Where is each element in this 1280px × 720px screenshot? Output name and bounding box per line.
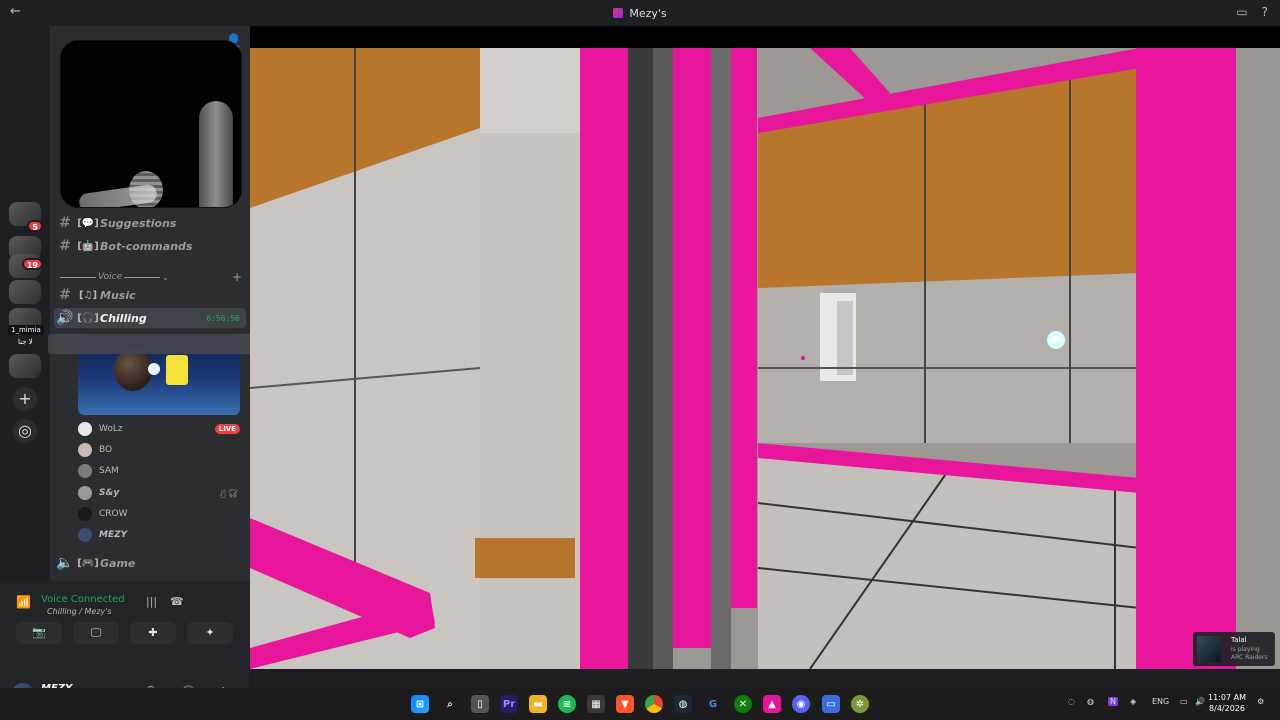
- mention-badge: 19: [21, 258, 43, 270]
- voice-user-crow[interactable]: CROW: [78, 505, 244, 523]
- voice-user-wolz[interactable]: WoLz LIVE: [78, 420, 244, 438]
- chrome-icon[interactable]: [645, 695, 663, 713]
- clock[interactable]: 11:07 AM 8/4/2026: [1208, 692, 1246, 714]
- app-icon[interactable]: ▲: [763, 695, 781, 713]
- game-scene: [250, 48, 1280, 669]
- avatar: [78, 507, 92, 521]
- channel-bot-commands[interactable]: # [🤖] Bot-commands: [54, 236, 246, 256]
- file-explorer-icon[interactable]: ▬: [529, 695, 547, 713]
- webcam-popout[interactable]: [60, 40, 242, 208]
- notification-icon[interactable]: ⚙: [1257, 697, 1264, 706]
- mention-badge: 5: [27, 220, 43, 232]
- store-icon[interactable]: ▦: [587, 695, 605, 713]
- game-app-icon[interactable]: ✲: [851, 695, 869, 713]
- server-icon-4[interactable]: [9, 280, 41, 304]
- premiere-icon[interactable]: Pr: [500, 695, 518, 713]
- voice-status-area: [50, 581, 250, 688]
- divider: [124, 276, 161, 278]
- text-channel-icon: #: [59, 215, 71, 231]
- tray-icon[interactable]: ◌: [1068, 697, 1075, 706]
- xbox-icon[interactable]: ✕: [734, 695, 752, 713]
- onenote-tray-icon[interactable]: N: [1108, 697, 1118, 706]
- speaker-icon: 🔊: [56, 310, 74, 326]
- discord-icon[interactable]: ◉: [792, 695, 810, 713]
- toast-activity: is playing: [1231, 646, 1260, 653]
- language-indicator[interactable]: ENG: [1152, 697, 1169, 706]
- network-icon[interactable]: ▭: [1180, 697, 1188, 706]
- remote-desktop-icon[interactable]: ▭: [822, 695, 840, 713]
- divider: [60, 276, 96, 278]
- add-server-icon[interactable]: +: [13, 387, 37, 411]
- speech-bubble-icon: [💬]: [77, 217, 99, 229]
- windows-taskbar: ⊞ ⌕ ▯ Pr ▬ ≋ ▦ ▼ ◍ G ✕ ▲ ◉ ▭ ✲ ◌ ◍ N ◈ E…: [0, 688, 1280, 720]
- window-title-text: Mezy's: [629, 6, 667, 20]
- voice-user-mezy[interactable]: MEZY: [78, 526, 244, 544]
- volume-icon[interactable]: 🔊: [1195, 697, 1205, 706]
- help-icon[interactable]: ?: [1262, 5, 1268, 19]
- channel-sidebar: 👤 # [💬] Suggestions # [🤖] Bot-commands V…: [50, 26, 250, 581]
- avatar: [78, 443, 92, 457]
- steam-icon[interactable]: ◍: [674, 695, 692, 713]
- user-tooltip-2: لا جنا: [18, 338, 33, 346]
- text-channel-icon: #: [59, 238, 71, 254]
- discover-icon[interactable]: ◎: [13, 419, 37, 443]
- gamepad-icon: [🎮]: [77, 557, 99, 569]
- server-logo-icon: [613, 8, 624, 18]
- user-tooltip: 1_mimia: [8, 325, 44, 335]
- avatar: [78, 422, 92, 436]
- bubble-shape: [148, 363, 160, 375]
- voice-user-say[interactable]: S&y 🎙̸ 🎧̸: [78, 484, 244, 502]
- steam-tray-icon[interactable]: ◍: [1087, 697, 1094, 706]
- clock-time: 11:07 AM: [1208, 693, 1246, 702]
- server-rail: 5 19 1_mimia لا جنا + ◎: [0, 26, 50, 688]
- game-activity-toast[interactable]: Talal is playing ARC Raiders: [1193, 632, 1275, 666]
- bot-icon: [🤖]: [77, 240, 99, 252]
- task-view-icon[interactable]: ▯: [471, 695, 489, 713]
- headphones-icon: [🎧]: [77, 312, 99, 324]
- avatar: [78, 464, 92, 478]
- stream-header-bar: [250, 26, 1280, 48]
- live-badge: LIVE: [214, 424, 240, 434]
- toast-game: ARC Raiders: [1231, 654, 1268, 661]
- channel-suggestions[interactable]: # [💬] Suggestions: [54, 213, 246, 233]
- chair-image: [199, 101, 233, 207]
- chevron-down-icon: ⌄: [162, 272, 169, 282]
- channel-timer: 6:56:56: [206, 313, 240, 323]
- voice-category-header[interactable]: Voice ⌄ +: [58, 270, 246, 284]
- start-icon[interactable]: ⊞: [411, 695, 429, 713]
- channel-game[interactable]: 🔈 [🎮] Game: [54, 553, 246, 573]
- text-channel-icon: #: [59, 287, 71, 303]
- google-icon[interactable]: G: [704, 695, 722, 713]
- avatar: [78, 486, 92, 500]
- speaker-icon: 🔈: [56, 555, 74, 571]
- tray-icon[interactable]: ◈: [1130, 697, 1136, 706]
- channel-chilling[interactable]: 🔊 [🎧] Chilling 6:56:56: [54, 308, 246, 328]
- clock-date: 8/4/2026: [1209, 704, 1245, 713]
- server-icon-6[interactable]: [9, 354, 41, 378]
- channel-music[interactable]: # [♫] Music: [54, 285, 246, 305]
- avatar: [78, 528, 92, 542]
- toast-user: Talal: [1231, 636, 1247, 644]
- spotify-icon[interactable]: ≋: [558, 695, 576, 713]
- back-arrow-icon[interactable]: ←: [10, 4, 21, 19]
- brave-icon[interactable]: ▼: [616, 695, 634, 713]
- search-icon[interactable]: ⌕: [441, 695, 459, 713]
- title-bar: ← Mezy's ▭ ?: [0, 0, 1280, 26]
- create-channel-icon[interactable]: +: [232, 270, 242, 284]
- window-title: Mezy's: [613, 6, 667, 20]
- inbox-icon[interactable]: ▭: [1236, 5, 1247, 19]
- game-thumbnail: [1197, 636, 1221, 662]
- muted-deafened-icon: 🎙̸ 🎧̸: [220, 488, 238, 498]
- spongebob-figure: [166, 355, 188, 385]
- voice-user-bo[interactable]: BO: [78, 441, 244, 459]
- voice-user-sam[interactable]: SAM: [78, 462, 244, 480]
- diver-figure: [114, 349, 152, 391]
- game-stream-view[interactable]: [250, 48, 1280, 669]
- music-note-icon: [♫]: [78, 289, 98, 301]
